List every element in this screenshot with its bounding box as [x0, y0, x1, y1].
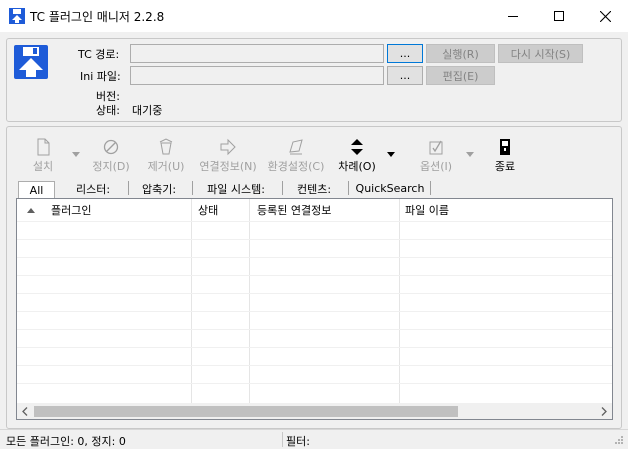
tab-separator	[348, 181, 349, 195]
exit-door-icon	[500, 139, 510, 155]
edit-button[interactable]: 편집(E)	[426, 66, 495, 85]
row-divider	[17, 365, 612, 366]
column-header-filename[interactable]: 파일 이름	[405, 199, 525, 221]
tc-path-label: TC 경로:	[78, 48, 120, 61]
row-divider	[17, 275, 612, 276]
tc-path-browse-button[interactable]: ...	[387, 44, 423, 63]
assoc-info-button[interactable]: 연결정보(N)	[198, 138, 258, 174]
row-divider	[17, 311, 612, 312]
status-label: 상태:	[96, 104, 120, 117]
ini-browse-button[interactable]: ...	[387, 66, 423, 85]
install-button[interactable]: 설치	[28, 138, 58, 174]
tc-path-field[interactable]	[130, 44, 384, 63]
remove-button[interactable]: 제거(U)	[146, 138, 186, 174]
row-divider	[17, 329, 612, 330]
document-icon	[37, 138, 50, 156]
settings-note-icon	[289, 139, 303, 155]
checkbox-icon	[429, 140, 443, 155]
logo-icon	[14, 45, 48, 79]
status-bar: 모든 플러그인: 0, 정지: 0 필터:	[0, 429, 628, 448]
column-divider	[249, 199, 250, 403]
close-icon	[599, 10, 611, 22]
row-divider	[17, 347, 612, 348]
tab-separator	[282, 181, 283, 195]
column-divider	[399, 199, 400, 403]
arrow-right-icon	[220, 138, 236, 156]
sort-ascending-icon	[27, 208, 35, 213]
row-divider	[17, 383, 612, 384]
tab-content[interactable]: 컨텐츠:	[286, 180, 342, 197]
row-divider	[17, 239, 612, 240]
plugin-count-text: 모든 플러그인: 0, 정지: 0	[6, 435, 126, 448]
tab-all[interactable]: All	[18, 181, 55, 198]
assoc-info-label: 연결정보(N)	[199, 160, 257, 173]
filter-label: 필터:	[286, 435, 310, 448]
tab-lister[interactable]: 리스터:	[64, 180, 122, 197]
exit-label: 종료	[494, 160, 516, 173]
ini-file-label: Ini 파일:	[80, 70, 121, 83]
ini-file-field[interactable]	[130, 66, 384, 85]
options-button[interactable]: 옵션(I)	[414, 138, 458, 174]
tab-separator	[192, 181, 193, 195]
scroll-left-icon[interactable]	[22, 407, 28, 416]
close-button[interactable]	[582, 0, 628, 32]
order-label: 차례(O)	[338, 160, 376, 173]
env-settings-button[interactable]: 환경설정(C)	[266, 138, 326, 174]
remove-label: 제거(U)	[147, 160, 185, 173]
resize-grip-icon[interactable]	[614, 435, 624, 445]
options-label: 옵션(I)	[419, 160, 453, 173]
column-header-status[interactable]: 상태	[198, 199, 248, 221]
tab-file-system[interactable]: 파일 시스템:	[198, 180, 274, 197]
column-header-plugin[interactable]: 플러그인	[51, 199, 191, 221]
order-button[interactable]: 차례(O)	[337, 138, 377, 174]
trash-icon	[159, 138, 173, 155]
stop-label: 정지(D)	[92, 160, 130, 173]
exit-button[interactable]: 종료	[490, 138, 520, 174]
restart-button[interactable]: 다시 시작(S)	[498, 44, 583, 63]
title-bar: TC 플러그인 매니저 2.2.8	[0, 0, 628, 32]
install-label: 설치	[32, 160, 54, 173]
row-divider	[17, 257, 612, 258]
order-dropdown-icon[interactable]	[387, 152, 395, 157]
run-button[interactable]: 실행(R)	[426, 44, 495, 63]
column-divider	[191, 199, 192, 403]
scroll-right-icon[interactable]	[601, 407, 607, 416]
stop-icon	[103, 139, 119, 155]
minimize-icon	[508, 16, 518, 17]
tab-separator	[430, 181, 431, 195]
column-header-assoc[interactable]: 등록된 연결정보	[257, 199, 397, 221]
window-title: TC 플러그인 매니저 2.2.8	[30, 10, 165, 24]
env-settings-label: 환경설정(C)	[267, 160, 325, 173]
tab-packer[interactable]: 압축기:	[132, 180, 186, 197]
options-dropdown-icon[interactable]	[466, 152, 474, 157]
row-divider	[17, 293, 612, 294]
minimize-button[interactable]	[490, 0, 536, 32]
stop-button[interactable]: 정지(D)	[90, 138, 132, 174]
status-divider	[282, 432, 283, 447]
row-divider	[17, 221, 612, 222]
maximize-icon	[554, 11, 564, 21]
install-dropdown-icon[interactable]	[72, 152, 80, 157]
plugin-list[interactable]: 플러그인 상태 등록된 연결정보 파일 이름	[16, 198, 613, 420]
sort-updown-icon	[351, 139, 363, 155]
horizontal-scrollbar[interactable]	[17, 403, 612, 419]
tab-quicksearch[interactable]: QuickSearch	[354, 180, 426, 197]
status-value: 대기중	[132, 104, 163, 117]
app-icon	[9, 8, 25, 24]
scrollbar-thumb[interactable]	[34, 406, 458, 417]
tab-separator	[128, 181, 129, 195]
maximize-button[interactable]	[536, 0, 582, 32]
